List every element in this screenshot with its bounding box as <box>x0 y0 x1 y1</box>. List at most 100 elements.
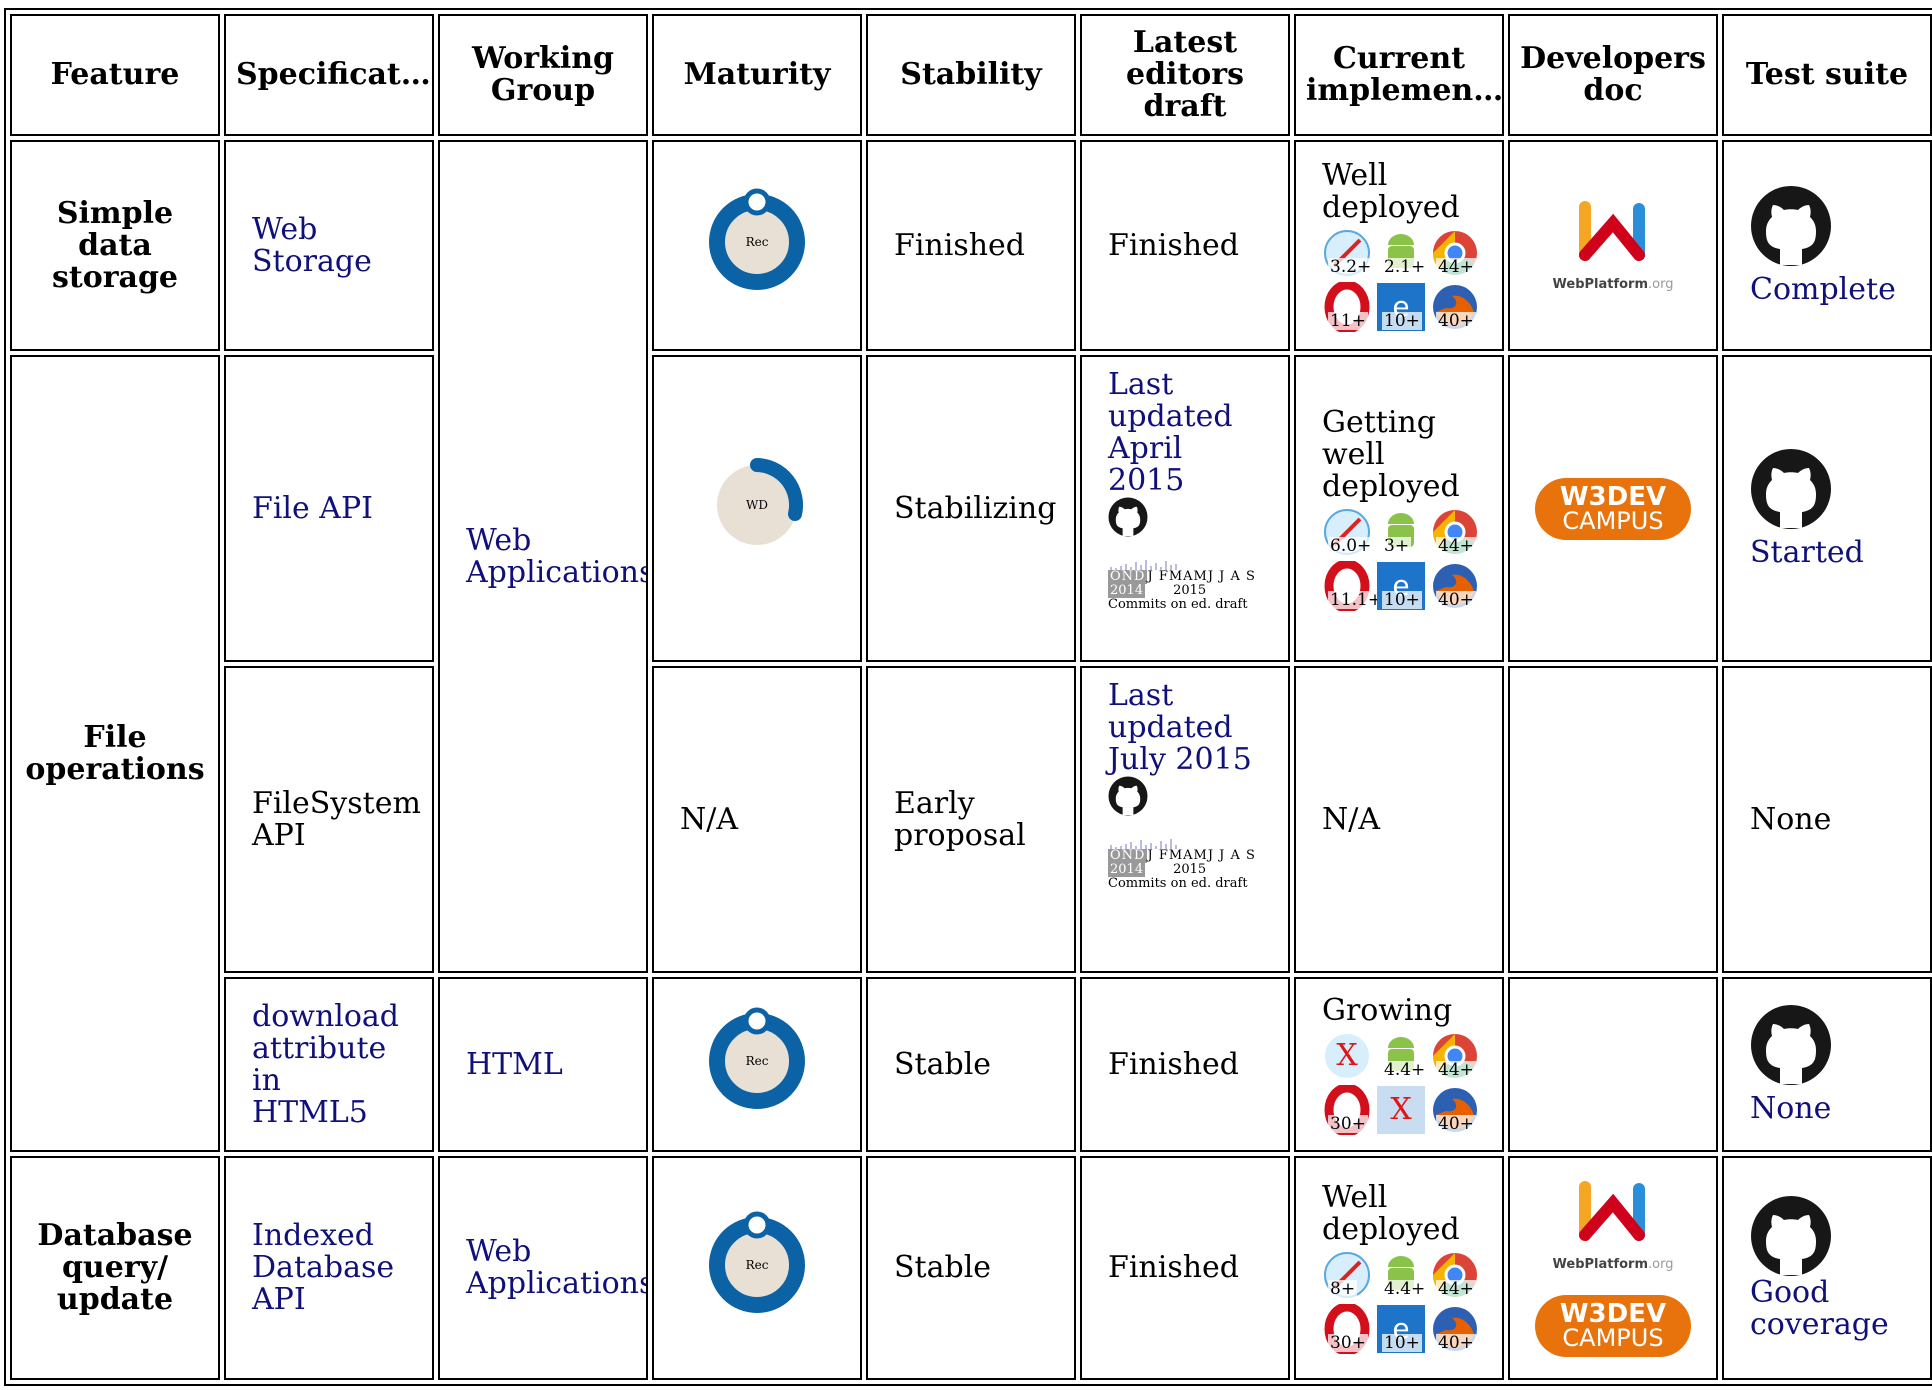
spec-link[interactable]: download attribute in HTML5 <box>252 999 399 1130</box>
chrome-icon: 44+ <box>1430 1031 1480 1081</box>
firefox-icon: 40+ <box>1430 1085 1480 1135</box>
stability-cell: Early proposal <box>866 666 1076 973</box>
maturity-rec-icon[interactable]: Rec <box>702 1006 812 1116</box>
webplatform-logo[interactable]: WebPlatform.org <box>1510 199 1716 293</box>
header-cell: Stability <box>866 14 1076 136</box>
browser-grid: 3.2+ 2.1+ 44+ 11+ e 10+ 40+ <box>1322 228 1477 333</box>
impl-status: Well deployed <box>1322 157 1460 225</box>
impl-cell: Well deployed 3.2+ 2.1+ 44+ 11+ e 10+ 40+ <box>1294 140 1504 351</box>
stability-cell: Finished <box>866 140 1076 351</box>
spec-link[interactable]: File API <box>252 491 373 526</box>
wg-link[interactable]: Web Applications <box>466 1234 646 1301</box>
commit-graph: OND J FMAMJ J A S 2014 2015 Commits on ed.… <box>1108 837 1262 891</box>
browser-grid: 8+ 4.4+ 44+ 30+ e 10+ 40+ <box>1322 1250 1477 1356</box>
impl-status: Getting well deployed <box>1322 404 1460 504</box>
android-icon: 3+ <box>1376 507 1426 557</box>
tests-link[interactable]: None <box>1750 1091 1831 1126</box>
wg-cell: HTML <box>438 977 648 1152</box>
android-icon: 2.1+ <box>1376 228 1428 278</box>
tests-cell: None <box>1722 666 1932 973</box>
impl-cell: Well deployed 8+ 4.4+ 44+ 30+ e 10+ 40+ <box>1294 1156 1504 1380</box>
feature-cell: File operations <box>10 355 220 1152</box>
tests-cell: Good coverage <box>1722 1156 1932 1380</box>
maturity-cell: N/A <box>652 666 862 973</box>
firefox-icon: 40+ <box>1430 561 1480 611</box>
chrome-icon: 44+ <box>1430 1250 1480 1300</box>
w3dev-campus-logo[interactable]: W3DEV CAMPUS <box>1535 477 1691 540</box>
svg-text:X: X <box>1336 1038 1358 1073</box>
spec-cell: FileSystem API <box>224 666 434 973</box>
safari-icon: 8+ <box>1322 1250 1372 1300</box>
tests-cell: None <box>1722 977 1932 1152</box>
github-icon[interactable] <box>1108 776 1148 816</box>
browser-grid: 6.0+ 3+ 44+ 11.1+ e 10+ 40+ <box>1322 507 1477 612</box>
chrome-icon: 44+ <box>1430 507 1480 557</box>
stability-cell: Stable <box>866 1156 1076 1380</box>
maturity-rec-icon[interactable]: Rec <box>702 187 812 297</box>
spec-table: Feature Specificat… Working Group Maturi… <box>4 8 1932 1386</box>
tests-link[interactable]: Complete <box>1750 272 1896 307</box>
draft-link[interactable]: Last updated July 2015 <box>1108 678 1252 777</box>
tests-cell: Complete <box>1722 140 1932 351</box>
spec-cell: Indexed Database API <box>224 1156 434 1380</box>
impl-status: Growing <box>1322 992 1453 1028</box>
opera-icon: 11.1+ <box>1322 559 1385 612</box>
ie-unsupported-icon: X <box>1376 1085 1426 1135</box>
devdoc-cell: WebPlatform.org <box>1508 140 1718 351</box>
maturity-rec-icon[interactable]: Rec <box>702 1210 812 1320</box>
table-row: FileSystem API N/A Early proposal Last u… <box>10 666 1932 973</box>
ie-icon: e 10+ <box>1376 561 1426 611</box>
impl-cell: N/A <box>1294 666 1504 973</box>
wg-link[interactable]: HTML <box>466 1047 563 1082</box>
draft-cell: Finished <box>1080 140 1290 351</box>
header-cell[interactable]: Current implemen… <box>1294 14 1504 136</box>
svg-text:Rec: Rec <box>746 1258 769 1272</box>
devdoc-cell: W3DEV CAMPUS <box>1508 355 1718 662</box>
github-icon[interactable] <box>1750 448 1832 530</box>
header-cell[interactable]: Specificat… <box>224 14 434 136</box>
feature-cell: Simple data storage <box>10 140 220 351</box>
maturity-cell: Rec <box>652 140 862 351</box>
wg-cell: Web Applications <box>438 140 648 973</box>
tests-link[interactable]: Good coverage <box>1750 1275 1889 1342</box>
chrome-icon: 44+ <box>1430 228 1480 278</box>
wg-link[interactable]: Web Applications <box>466 523 646 590</box>
ie-icon: e 10+ <box>1376 1304 1426 1354</box>
spec-link[interactable]: Web Storage <box>252 212 372 279</box>
tests-link[interactable]: Started <box>1750 535 1864 570</box>
table-row: File operations File API WD Stabilizing … <box>10 355 1932 1152</box>
webplatform-logo[interactable]: WebPlatform.org <box>1510 1179 1716 1273</box>
tests-cell: Started <box>1722 355 1932 662</box>
feature-cell: Database query/ update <box>10 1156 220 1380</box>
devdoc-cell <box>1508 666 1718 973</box>
github-icon[interactable] <box>1750 1195 1832 1277</box>
draft-cell: Finished <box>1080 977 1290 1152</box>
impl-cell: Growing X 4.4+ 44+ 30+ X 40+ <box>1294 977 1504 1152</box>
spec-cell: File API <box>224 355 434 662</box>
firefox-icon: 40+ <box>1430 1304 1480 1354</box>
github-icon[interactable] <box>1750 1004 1832 1086</box>
header-cell: Developers doc <box>1508 14 1718 136</box>
browser-grid: X 4.4+ 44+ 30+ X 40+ <box>1322 1031 1477 1136</box>
stability-cell: Stabilizing <box>866 355 1076 662</box>
maturity-cell: Rec <box>652 977 862 1152</box>
spec-cell: download attribute in HTML5 <box>224 977 434 1152</box>
github-icon[interactable] <box>1750 185 1832 267</box>
header-cell: Latest editors draft <box>1080 14 1290 136</box>
maturity-cell: Rec <box>652 1156 862 1380</box>
maturity-cell: WD <box>652 355 862 662</box>
header-cell: Working Group <box>438 14 648 136</box>
spec-link[interactable]: Indexed Database API <box>252 1218 394 1317</box>
ie-icon: e 10+ <box>1376 282 1426 332</box>
android-icon: 4.4+ <box>1376 1031 1428 1081</box>
github-icon[interactable] <box>1108 497 1148 537</box>
opera-icon: 30+ <box>1322 1083 1372 1136</box>
w3dev-campus-logo[interactable]: W3DEV CAMPUS <box>1535 1295 1691 1357</box>
svg-text:Rec: Rec <box>746 1054 769 1068</box>
devdoc-cell: WebPlatform.org W3DEV CAMPUS <box>1508 1156 1718 1380</box>
maturity-wd-icon[interactable]: WD <box>702 450 812 560</box>
devdoc-cell <box>1508 977 1718 1152</box>
draft-link[interactable]: Last updated April 2015 <box>1108 367 1233 498</box>
header-cell: Test suite <box>1722 14 1932 136</box>
commit-graph: OND J FMAMJ J A S 2014 2015 Commits on ed.… <box>1108 558 1262 612</box>
